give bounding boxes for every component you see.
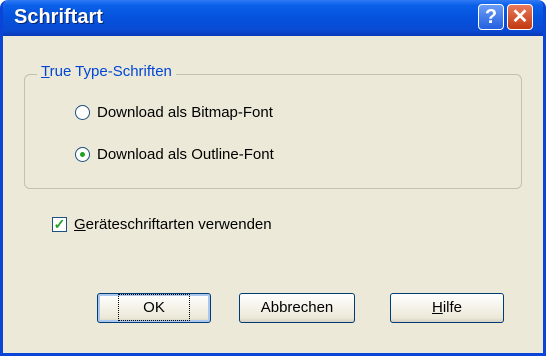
checkbox-checked-icon[interactable]: ✓ bbox=[52, 217, 67, 232]
radio-bitmap-label: Download als Bitmap-Font bbox=[97, 104, 273, 121]
question-icon: ? bbox=[484, 6, 498, 28]
radio-bitmap-font[interactable]: Download als Bitmap-Font bbox=[75, 104, 375, 126]
help-button[interactable]: ? bbox=[478, 4, 504, 30]
truetype-group bbox=[24, 74, 522, 189]
close-icon: ✕ bbox=[511, 6, 529, 28]
dialog-title: Schriftart bbox=[14, 6, 103, 28]
device-fonts-checkbox[interactable]: ✓ Geräteschriftarten verwenden bbox=[52, 216, 352, 238]
ok-button[interactable]: OK bbox=[97, 293, 211, 323]
radio-dot-icon bbox=[80, 152, 85, 157]
close-button[interactable]: ✕ bbox=[507, 4, 533, 30]
title-bar[interactable]: Schriftart ? ✕ bbox=[3, 0, 543, 36]
group-legend: True Type-Schriften bbox=[37, 63, 176, 80]
radio-outline-label: Download als Outline-Font bbox=[97, 146, 274, 163]
help-dialog-button[interactable]: Hilfe bbox=[390, 293, 504, 323]
checkbox-label: Geräteschriftarten verwenden bbox=[74, 216, 272, 233]
cancel-button[interactable]: Abbrechen bbox=[239, 293, 355, 323]
radio-circle-icon[interactable] bbox=[75, 105, 90, 120]
font-dialog: Schriftart ? ✕ True Type-Schriften Downl… bbox=[0, 0, 546, 356]
radio-circle-selected-icon[interactable] bbox=[75, 147, 90, 162]
radio-outline-font[interactable]: Download als Outline-Font bbox=[75, 146, 375, 168]
